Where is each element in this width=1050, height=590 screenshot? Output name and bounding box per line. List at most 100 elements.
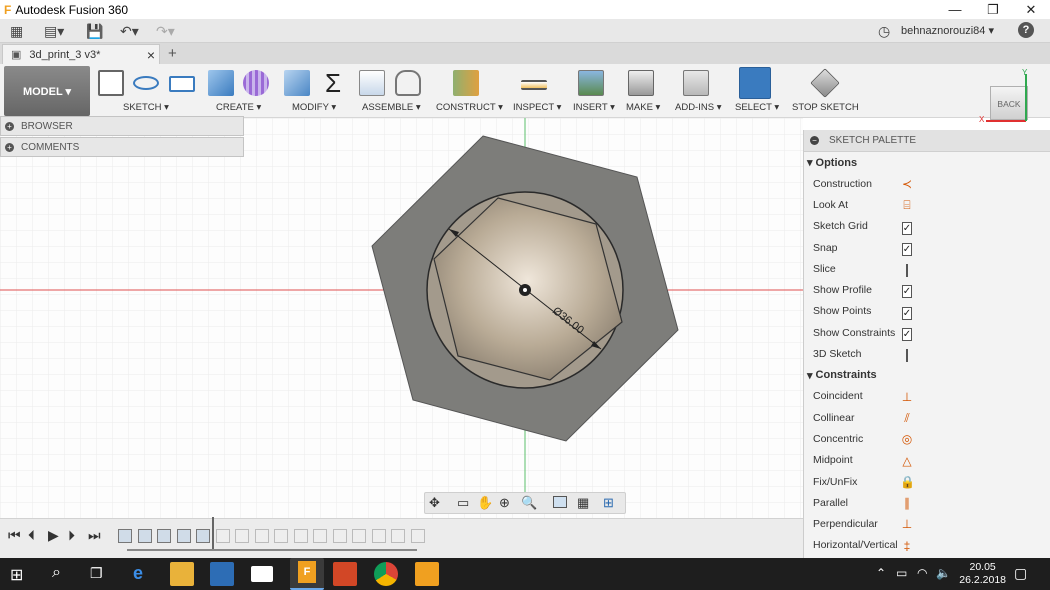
sketch-palette-header[interactable]: − SKETCH PALETTE	[804, 130, 1050, 152]
volume-icon[interactable]: 🔈	[936, 566, 951, 580]
expand-comments-icon[interactable]: +	[5, 142, 14, 152]
constraint-midpoint[interactable]: Midpoint △	[804, 450, 1050, 471]
option-row-snap[interactable]: Snap ✓	[804, 237, 1050, 258]
look-at-nav-icon[interactable]: ▭	[457, 495, 469, 511]
add-ins-menu[interactable]: ADD-INS ▾	[675, 102, 721, 113]
construct-menu[interactable]: CONSTRUCT ▾	[436, 102, 503, 113]
close-button[interactable]: ✕	[1012, 0, 1050, 19]
step-forward-icon[interactable]: ⏵	[68, 527, 75, 544]
sublime-icon[interactable]	[415, 562, 439, 586]
constraint-collinear[interactable]: Collinear ⫽	[804, 407, 1050, 428]
history-icon[interactable]: ◷	[878, 23, 890, 40]
pan-icon[interactable]: ✋	[477, 495, 493, 511]
wifi-icon[interactable]: ◠	[917, 566, 927, 580]
option-checkbox[interactable]: ✓	[901, 328, 913, 342]
option-row-slice[interactable]: Slice	[804, 258, 1050, 279]
zoom-icon[interactable]: ⊕	[499, 495, 510, 511]
constraint-parallel[interactable]: Parallel ∥	[804, 492, 1050, 513]
constraints-section-header[interactable]: ▾ Constraints	[804, 365, 1050, 386]
sigma-icon[interactable]: Σ	[320, 70, 346, 96]
minimize-button[interactable]: —	[936, 0, 974, 19]
browser-panel[interactable]: + BROWSER	[0, 116, 244, 136]
select-icon[interactable]	[739, 67, 771, 99]
fit-icon[interactable]: 🔍	[521, 495, 537, 511]
option-row-show-profile[interactable]: Show Profile ✓	[804, 279, 1050, 300]
powerpoint-icon[interactable]	[333, 562, 357, 586]
option-checkbox[interactable]: ✓	[901, 242, 913, 256]
create-sketch-icon[interactable]	[98, 70, 124, 96]
timeline-feature-icon[interactable]	[215, 529, 230, 543]
insert-image-icon[interactable]	[578, 70, 604, 96]
restore-button[interactable]: ❐	[974, 0, 1012, 19]
timeline-feature-icon[interactable]	[235, 529, 249, 543]
timeline-feature-icon[interactable]	[274, 529, 288, 543]
windows-start-icon[interactable]: ⊞	[10, 565, 23, 585]
inspect-menu[interactable]: INSPECT ▾	[513, 102, 561, 113]
task-view-icon[interactable]: ❐	[90, 565, 103, 582]
undo-icon[interactable]: ↶▾	[120, 23, 139, 40]
timeline-feature-icon[interactable]	[410, 529, 425, 543]
grid-settings-icon[interactable]: ▦	[577, 495, 589, 511]
go-to-start-icon[interactable]: ⏮	[8, 527, 21, 544]
play-icon[interactable]: ▶	[48, 527, 59, 544]
3d-print-icon[interactable]	[628, 70, 654, 96]
option-checkbox[interactable]	[906, 264, 908, 278]
joint-icon[interactable]	[395, 70, 421, 96]
timeline-feature-icon[interactable]	[293, 529, 308, 543]
workspace-switcher[interactable]: MODEL ▾	[4, 66, 90, 116]
option-checkbox[interactable]	[906, 349, 908, 363]
extrude-icon[interactable]	[208, 70, 234, 96]
mail-icon[interactable]	[251, 566, 273, 582]
file-explorer-icon[interactable]	[170, 562, 194, 586]
timeline-feature-icon[interactable]	[352, 529, 366, 543]
timeline-feature-icon[interactable]	[313, 529, 327, 543]
viewports-icon[interactable]: ⊞	[603, 495, 614, 511]
redo-icon[interactable]: ↷▾	[156, 23, 175, 40]
view-cube[interactable]: BACK	[990, 86, 1028, 120]
make-menu[interactable]: MAKE ▾	[626, 102, 660, 113]
constraint-concentric[interactable]: Concentric ◎	[804, 428, 1050, 449]
chrome-icon[interactable]	[374, 562, 398, 586]
timeline-feature-icon[interactable]	[196, 529, 210, 543]
save-icon[interactable]: 💾	[86, 23, 103, 40]
constraint-coincident[interactable]: Coincident ⊥	[804, 386, 1050, 407]
measure-icon[interactable]	[521, 80, 547, 90]
stop-sketch-button[interactable]: STOP SKETCH	[792, 102, 859, 113]
user-menu[interactable]: behnaznorouzi84 ▾	[901, 24, 994, 37]
go-to-end-icon[interactable]: ⏭	[88, 527, 101, 544]
option-row-look-at[interactable]: Look At ⌸	[804, 194, 1050, 215]
system-clock[interactable]: 20.05 26.2.2018	[959, 561, 1006, 587]
sketch-canvas[interactable]: Ø36.00	[0, 118, 803, 518]
search-icon[interactable]: ⌕	[52, 564, 61, 582]
scripts-icon[interactable]	[683, 70, 709, 96]
timeline-feature-icon[interactable]	[332, 529, 347, 543]
modify-menu[interactable]: MODIFY ▾	[292, 102, 336, 113]
arc-icon[interactable]	[133, 76, 159, 90]
collapse-palette-icon[interactable]: −	[810, 136, 819, 145]
constraint-perpendicular[interactable]: Perpendicular ⊥	[804, 513, 1050, 534]
timeline-feature-icon[interactable]	[371, 529, 386, 543]
option-row-sketch-grid[interactable]: Sketch Grid ✓	[804, 216, 1050, 237]
option-row-show-points[interactable]: Show Points ✓	[804, 301, 1050, 322]
option-row-construction[interactable]: Construction ≺	[804, 173, 1050, 194]
timeline-feature-icon[interactable]	[118, 529, 132, 543]
timeline-feature-icon[interactable]	[254, 529, 269, 543]
step-back-icon[interactable]: ⏴	[28, 527, 35, 544]
edge-icon[interactable]: e	[133, 563, 143, 584]
rectangle-icon[interactable]	[169, 76, 195, 92]
canvas-viewport[interactable]: Ø36.00	[0, 118, 803, 518]
select-menu[interactable]: SELECT ▾	[735, 102, 779, 113]
close-tab-icon[interactable]: ×	[147, 47, 155, 63]
option-row-show-constraints[interactable]: Show Constraints ✓	[804, 322, 1050, 343]
construct-plane-icon[interactable]	[453, 70, 479, 96]
constraint-horizontal-vertical[interactable]: Horizontal/Vertical ‡	[804, 535, 1050, 556]
comments-panel[interactable]: + COMMENTS	[0, 137, 244, 157]
orbit-icon[interactable]: ✥	[429, 495, 440, 511]
battery-icon[interactable]: ▭	[896, 566, 907, 580]
option-checkbox[interactable]: ✓	[901, 221, 913, 235]
timeline-feature-icon[interactable]	[391, 529, 405, 543]
sketch-menu[interactable]: SKETCH ▾	[123, 102, 169, 113]
help-icon[interactable]: ?	[1018, 22, 1034, 38]
press-pull-icon[interactable]	[284, 70, 310, 96]
display-settings-icon[interactable]	[553, 496, 567, 508]
